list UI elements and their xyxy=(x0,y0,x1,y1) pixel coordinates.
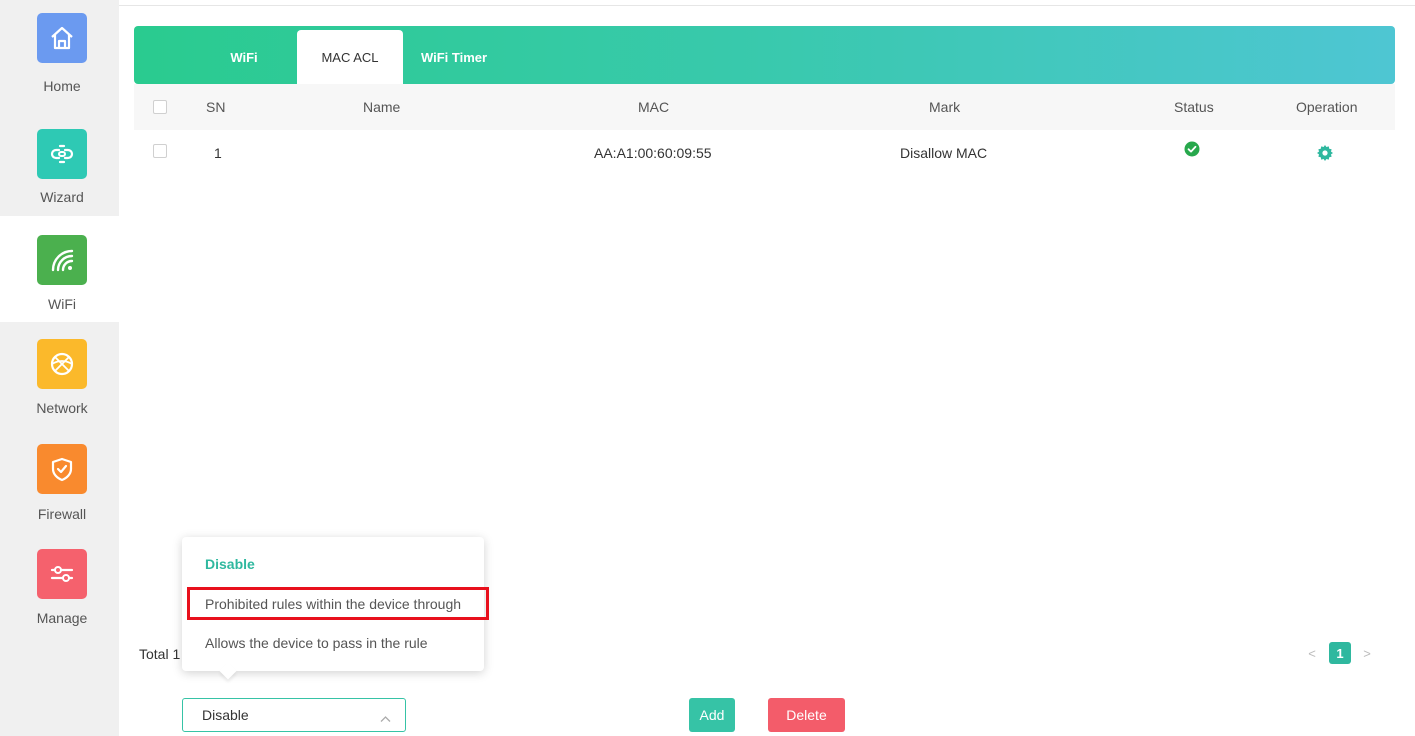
tab-mac-acl[interactable]: MAC ACL xyxy=(297,30,403,84)
globe-icon xyxy=(37,339,87,389)
sidebar-item-wizard[interactable]: Wizard xyxy=(0,110,119,216)
sidebar-item-label: Wizard xyxy=(40,189,84,205)
main-panel: WiFi MAC ACL WiFi Timer SN Name MAC Mark… xyxy=(119,5,1415,736)
home-icon xyxy=(37,13,87,63)
tab-bar: WiFi MAC ACL WiFi Timer xyxy=(134,26,1395,84)
total-count: Total 1 xyxy=(139,646,181,662)
column-header-name: Name xyxy=(363,99,401,115)
sidebar-item-label: Home xyxy=(43,78,81,94)
sidebar-item-firewall[interactable]: Firewall xyxy=(0,428,119,534)
tab-wifi-timer[interactable]: WiFi Timer xyxy=(414,30,494,84)
gear-icon[interactable] xyxy=(1316,144,1334,167)
status-ok-icon xyxy=(1184,141,1200,162)
next-page-button[interactable]: > xyxy=(1356,642,1378,664)
table-header: SN Name MAC Mark Status Operation xyxy=(134,84,1395,130)
shield-icon xyxy=(37,444,87,494)
dropdown-option-disable[interactable]: Disable xyxy=(205,556,255,572)
row-mac: AA:A1:00:60:09:55 xyxy=(594,145,712,161)
mode-select-value: Disable xyxy=(202,707,249,723)
add-button[interactable]: Add xyxy=(689,698,735,732)
mode-select[interactable]: Disable xyxy=(182,698,406,732)
chevron-up-icon xyxy=(380,710,391,728)
row-checkbox[interactable] xyxy=(153,144,167,158)
sidebar-item-home[interactable]: Home xyxy=(0,0,119,106)
page-1-button[interactable]: 1 xyxy=(1329,642,1351,664)
delete-button[interactable]: Delete xyxy=(768,698,845,732)
sidebar-item-label: Network xyxy=(36,400,88,416)
sidebar-item-label: Manage xyxy=(36,610,88,626)
dropdown-caret xyxy=(219,662,237,680)
sidebar-item-network[interactable]: Network xyxy=(0,322,119,428)
sidebar-item-label: WiFi xyxy=(48,296,76,312)
wifi-icon xyxy=(37,235,87,285)
sidebar-item-manage[interactable]: Manage xyxy=(0,534,119,640)
column-header-mark: Mark xyxy=(929,99,961,115)
row-mark: Disallow MAC xyxy=(900,145,988,161)
tab-wifi[interactable]: WiFi xyxy=(214,30,274,84)
sidebar: Home Wizard WiFi Network Firewall Manage xyxy=(0,0,119,736)
column-header-operation: Operation xyxy=(1296,99,1358,115)
table-row: 1 AA:A1:00:60:09:55 Disallow MAC xyxy=(134,130,1395,176)
column-header-status: Status xyxy=(1174,99,1214,115)
link-icon xyxy=(37,129,87,179)
dropdown-option-allows[interactable]: Allows the device to pass in the rule xyxy=(205,635,428,651)
prev-page-button[interactable]: < xyxy=(1301,642,1323,664)
highlight-box xyxy=(187,587,489,620)
column-header-sn: SN xyxy=(206,99,226,115)
select-all-checkbox[interactable] xyxy=(153,100,167,114)
row-sn: 1 xyxy=(214,145,222,161)
sidebar-item-label: Firewall xyxy=(37,506,87,522)
sliders-icon xyxy=(37,549,87,599)
sidebar-item-wifi[interactable]: WiFi xyxy=(0,216,119,322)
column-header-mac: MAC xyxy=(638,99,670,115)
